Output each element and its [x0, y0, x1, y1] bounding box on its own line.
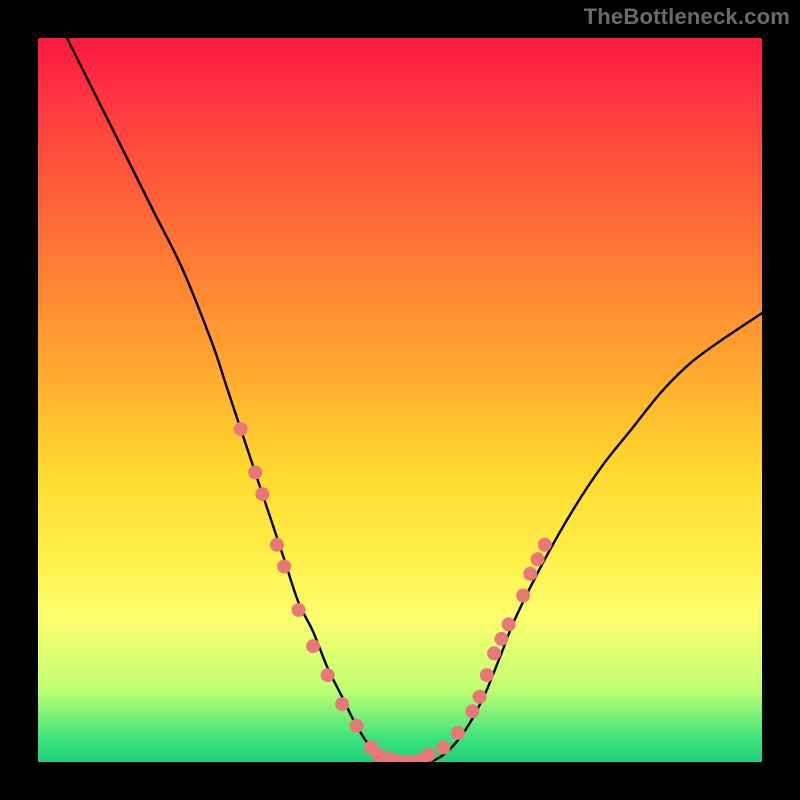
curve-marker [516, 589, 530, 603]
curve-marker [502, 617, 516, 631]
chart-frame: TheBottleneck.com [0, 0, 800, 800]
plot-area [38, 38, 762, 762]
curve-marker [436, 741, 450, 755]
curve-marker [321, 668, 335, 682]
curve-marker [234, 422, 248, 436]
curve-marker [523, 567, 537, 581]
curve-marker [292, 603, 306, 617]
curve-marker [487, 646, 501, 660]
curve-marker [465, 704, 479, 718]
curve-path [67, 38, 762, 762]
curve-marker [494, 632, 508, 646]
curve-marker [350, 719, 364, 733]
brand-watermark: TheBottleneck.com [584, 4, 790, 30]
curve-marker [538, 538, 552, 552]
curve-marker [451, 726, 465, 740]
curve-marker [255, 487, 269, 501]
curve-marker [422, 748, 436, 762]
curve-marker [306, 639, 320, 653]
curve-marker [248, 465, 262, 479]
curve-marker [473, 690, 487, 704]
bottleneck-curve [38, 38, 762, 762]
curve-markers [234, 422, 552, 762]
curve-marker [270, 538, 284, 552]
curve-marker [480, 668, 494, 682]
curve-marker [277, 560, 291, 574]
curve-marker [335, 697, 349, 711]
curve-marker [531, 552, 545, 566]
